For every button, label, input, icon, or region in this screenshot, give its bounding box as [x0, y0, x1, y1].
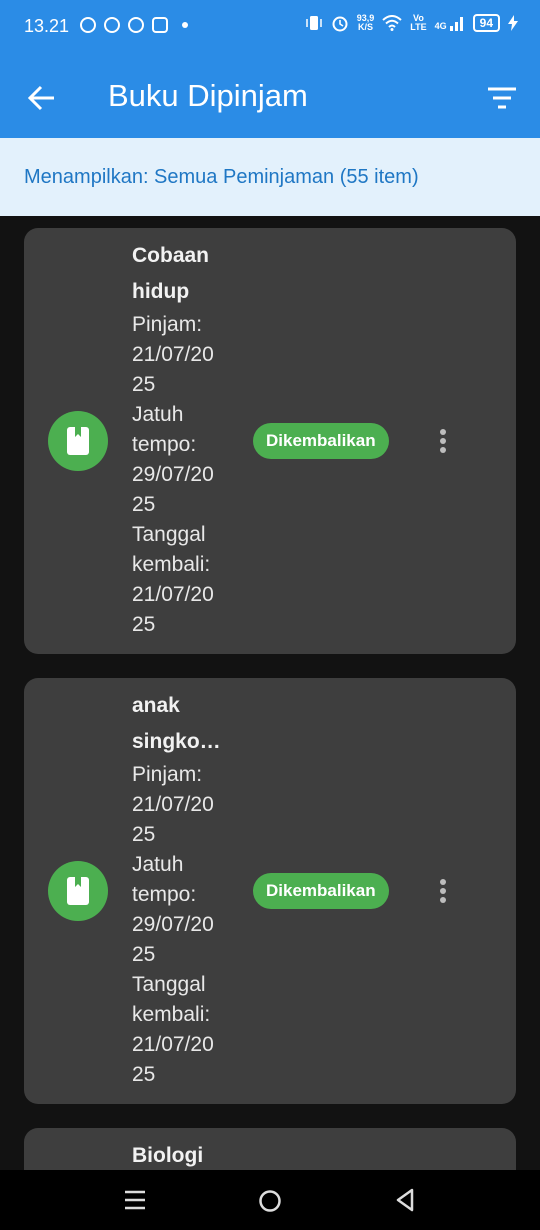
network-type: 4G	[434, 21, 447, 31]
page-title: Buku Dipinjam	[108, 78, 308, 113]
loan-list[interactable]: Cobaan hidup Pinjam: 21/07/20 25 Jatuh t…	[0, 216, 540, 1170]
wifi-icon	[382, 15, 402, 31]
loan-details: Cobaan hidup Pinjam: 21/07/20 25 Jatuh t…	[132, 238, 232, 640]
more-options-button[interactable]	[428, 423, 458, 459]
book-title: Biologi	[132, 1144, 204, 1167]
status-badge: Dikembalikan	[253, 423, 389, 459]
filter-button[interactable]	[482, 78, 522, 118]
loan-card[interactable]: Cobaan hidup Pinjam: 21/07/20 25 Jatuh t…	[24, 228, 516, 654]
filter-info-text: Menampilkan: Semua Peminjaman (55 item)	[24, 166, 419, 188]
settings-icon	[128, 17, 144, 33]
battery-indicator: 94	[472, 14, 500, 32]
home-icon[interactable]	[258, 1189, 282, 1213]
net-speed: 93,9 K/S	[356, 13, 375, 32]
return-date: Tanggal kembali: 21/07/20 25	[132, 523, 214, 636]
filter-icon	[488, 87, 516, 109]
alarm-icon	[332, 16, 348, 32]
borrow-date: Pinjam: 21/07/20 25	[132, 763, 214, 846]
status-time: 13.21	[24, 16, 70, 36]
messenger-icon	[80, 17, 96, 33]
app-bar: Buku Dipinjam	[0, 56, 540, 138]
volte-indicator: Vo LTE	[410, 13, 427, 32]
book-avatar	[48, 861, 108, 921]
back-triangle-icon[interactable]	[394, 1188, 416, 1212]
notification-icons	[80, 17, 188, 33]
book-title: Cobaan hidup	[132, 244, 210, 303]
return-date: Tanggal kembali: 21/07/20 25	[132, 973, 214, 1086]
borrow-date: Pinjam: 21/07/20 25	[132, 313, 214, 396]
instagram-icon	[152, 17, 168, 33]
more-notifications-dot	[182, 22, 188, 28]
status-right-icons: 93,9 K/S Vo LTE 4G 94	[305, 14, 518, 32]
loan-details: anak singko… Pinjam: 21/07/20 25 Jatuh t…	[132, 688, 232, 1090]
book-title: anak singko…	[132, 694, 221, 753]
back-button[interactable]	[22, 78, 62, 118]
system-nav-bar	[0, 1170, 540, 1230]
menu-icon[interactable]	[124, 1190, 146, 1210]
due-date: Jatuh tempo: 29/07/20 25	[132, 403, 214, 516]
arrow-left-icon	[27, 85, 54, 111]
more-options-button[interactable]	[428, 873, 458, 909]
signal-indicator: 4G	[435, 15, 465, 31]
loan-card[interactable]: anak singko… Pinjam: 21/07/20 25 Jatuh t…	[24, 678, 516, 1104]
charging-icon	[508, 15, 518, 31]
vibrate-icon	[306, 16, 322, 30]
loan-details: Biologi	[132, 1138, 232, 1170]
status-badge: Dikembalikan	[253, 873, 389, 909]
due-date: Jatuh tempo: 29/07/20 25	[132, 853, 214, 966]
book-avatar	[48, 411, 108, 471]
loan-card[interactable]: Biologi	[24, 1128, 516, 1170]
signal-icon	[449, 17, 463, 31]
filter-info-banner: Menampilkan: Semua Peminjaman (55 item)	[0, 138, 540, 216]
whatsapp-icon	[104, 17, 120, 33]
status-bar: 13.21 93,9 K/S Vo LTE 4G 94	[0, 0, 540, 56]
